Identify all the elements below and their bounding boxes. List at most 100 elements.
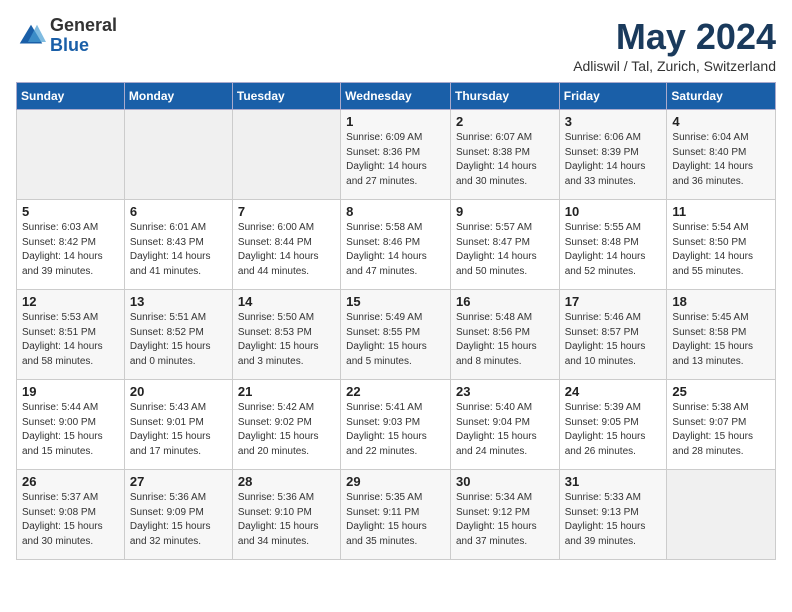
calendar-table: SundayMondayTuesdayWednesdayThursdayFrid… [16, 82, 776, 560]
day-number: 29 [346, 474, 445, 489]
day-number: 15 [346, 294, 445, 309]
weekday-header: Tuesday [232, 83, 340, 110]
calendar-cell: 27 Sunrise: 5:36 AM Sunset: 9:09 PM Dayli… [124, 470, 232, 560]
day-number: 1 [346, 114, 445, 129]
calendar-cell [124, 110, 232, 200]
calendar-cell: 11 Sunrise: 5:54 AM Sunset: 8:50 PM Dayli… [667, 200, 776, 290]
weekday-header: Thursday [450, 83, 559, 110]
day-number: 16 [456, 294, 554, 309]
calendar-cell: 5 Sunrise: 6:03 AM Sunset: 8:42 PM Daylig… [17, 200, 125, 290]
day-number: 27 [130, 474, 227, 489]
day-info: Sunrise: 5:57 AM Sunset: 8:47 PM Dayligh… [456, 221, 554, 279]
calendar-cell: 4 Sunrise: 6:04 AM Sunset: 8:40 PM Daylig… [667, 110, 776, 200]
page-header: General Blue May 2024 Adliswil / Tal, Zu… [16, 16, 776, 74]
weekday-header: Monday [124, 83, 232, 110]
day-number: 13 [130, 294, 227, 309]
calendar-cell: 12Sunrise: 5:53 AM Sunset: 8:51 PM Dayli… [17, 290, 125, 380]
calendar-cell: 16 Sunrise: 5:48 AM Sunset: 8:56 PM Dayli… [450, 290, 559, 380]
day-info: Sunrise: 5:48 AM Sunset: 8:56 PM Dayligh… [456, 311, 554, 369]
day-info: Sunrise: 5:41 AM Sunset: 9:03 PM Dayligh… [346, 401, 445, 459]
logo-text: General Blue [50, 16, 117, 56]
day-info: Sunrise: 5:40 AM Sunset: 9:04 PM Dayligh… [456, 401, 554, 459]
day-info: Sunrise: 5:43 AM Sunset: 9:01 PM Dayligh… [130, 401, 227, 459]
day-info: Sunrise: 5:50 AM Sunset: 8:53 PM Dayligh… [238, 311, 335, 369]
day-info: Sunrise: 6:09 AM Sunset: 8:36 PM Dayligh… [346, 131, 445, 189]
calendar-cell: 18 Sunrise: 5:45 AM Sunset: 8:58 PM Dayli… [667, 290, 776, 380]
calendar-week-row: 5 Sunrise: 6:03 AM Sunset: 8:42 PM Daylig… [17, 200, 776, 290]
calendar-cell: 30 Sunrise: 5:34 AM Sunset: 9:12 PM Dayli… [450, 470, 559, 560]
weekday-header-row: SundayMondayTuesdayWednesdayThursdayFrid… [17, 83, 776, 110]
calendar-cell: 10 Sunrise: 5:55 AM Sunset: 8:48 PM Dayli… [559, 200, 667, 290]
calendar-cell: 20Sunrise: 5:43 AM Sunset: 9:01 PM Dayli… [124, 380, 232, 470]
calendar-cell: 28Sunrise: 5:36 AM Sunset: 9:10 PM Dayli… [232, 470, 340, 560]
day-number: 3 [565, 114, 662, 129]
calendar-subtitle: Adliswil / Tal, Zurich, Switzerland [573, 58, 776, 74]
day-info: Sunrise: 6:04 AM Sunset: 8:40 PM Dayligh… [672, 131, 770, 189]
day-number: 22 [346, 384, 445, 399]
calendar-cell: 9 Sunrise: 5:57 AM Sunset: 8:47 PM Daylig… [450, 200, 559, 290]
day-info: Sunrise: 5:36 AM Sunset: 9:09 PM Dayligh… [130, 491, 227, 549]
day-number: 8 [346, 204, 445, 219]
day-number: 26 [22, 474, 119, 489]
calendar-cell: 22 Sunrise: 5:41 AM Sunset: 9:03 PM Dayli… [341, 380, 451, 470]
day-number: 21 [238, 384, 335, 399]
day-number: 10 [565, 204, 662, 219]
title-block: May 2024 Adliswil / Tal, Zurich, Switzer… [573, 16, 776, 74]
weekday-header: Sunday [17, 83, 125, 110]
day-number: 7 [238, 204, 335, 219]
calendar-cell: 21 Sunrise: 5:42 AM Sunset: 9:02 PM Dayli… [232, 380, 340, 470]
day-number: 9 [456, 204, 554, 219]
day-info: Sunrise: 5:58 AM Sunset: 8:46 PM Dayligh… [346, 221, 445, 279]
day-number: 6 [130, 204, 227, 219]
calendar-cell [667, 470, 776, 560]
day-info: Sunrise: 6:07 AM Sunset: 8:38 PM Dayligh… [456, 131, 554, 189]
day-number: 19 [22, 384, 119, 399]
logo-blue: Blue [50, 36, 117, 56]
day-info: Sunrise: 5:49 AM Sunset: 8:55 PM Dayligh… [346, 311, 445, 369]
day-number: 28 [238, 474, 335, 489]
day-info: Sunrise: 5:37 AM Sunset: 9:08 PM Dayligh… [22, 491, 119, 549]
calendar-cell [17, 110, 125, 200]
calendar-cell: 17 Sunrise: 5:46 AM Sunset: 8:57 PM Dayli… [559, 290, 667, 380]
logo-icon [16, 21, 46, 51]
logo-general: General [50, 16, 117, 36]
calendar-cell: 25Sunrise: 5:38 AM Sunset: 9:07 PM Dayli… [667, 380, 776, 470]
calendar-cell: 6 Sunrise: 6:01 AM Sunset: 8:43 PM Daylig… [124, 200, 232, 290]
calendar-cell: 7 Sunrise: 6:00 AM Sunset: 8:44 PM Daylig… [232, 200, 340, 290]
weekday-header: Wednesday [341, 83, 451, 110]
day-number: 4 [672, 114, 770, 129]
calendar-cell [232, 110, 340, 200]
day-number: 30 [456, 474, 554, 489]
calendar-cell: 13 Sunrise: 5:51 AM Sunset: 8:52 PM Dayli… [124, 290, 232, 380]
logo: General Blue [16, 16, 117, 56]
day-info: Sunrise: 6:06 AM Sunset: 8:39 PM Dayligh… [565, 131, 662, 189]
calendar-cell: 3 Sunrise: 6:06 AM Sunset: 8:39 PM Daylig… [559, 110, 667, 200]
day-info: Sunrise: 5:55 AM Sunset: 8:48 PM Dayligh… [565, 221, 662, 279]
day-info: Sunrise: 6:00 AM Sunset: 8:44 PM Dayligh… [238, 221, 335, 279]
day-number: 17 [565, 294, 662, 309]
weekday-header: Saturday [667, 83, 776, 110]
day-info: Sunrise: 5:42 AM Sunset: 9:02 PM Dayligh… [238, 401, 335, 459]
day-number: 11 [672, 204, 770, 219]
day-info: Sunrise: 6:03 AM Sunset: 8:42 PM Dayligh… [22, 221, 119, 279]
day-info: Sunrise: 5:38 AM Sunset: 9:07 PM Dayligh… [672, 401, 770, 459]
day-info: Sunrise: 5:45 AM Sunset: 8:58 PM Dayligh… [672, 311, 770, 369]
day-info: Sunrise: 5:46 AM Sunset: 8:57 PM Dayligh… [565, 311, 662, 369]
day-info: Sunrise: 5:34 AM Sunset: 9:12 PM Dayligh… [456, 491, 554, 549]
day-info: Sunrise: 5:33 AM Sunset: 9:13 PM Dayligh… [565, 491, 662, 549]
day-number: 5 [22, 204, 119, 219]
day-number: 18 [672, 294, 770, 309]
day-info: Sunrise: 5:54 AM Sunset: 8:50 PM Dayligh… [672, 221, 770, 279]
calendar-cell: 19Sunrise: 5:44 AM Sunset: 9:00 PM Dayli… [17, 380, 125, 470]
day-number: 14 [238, 294, 335, 309]
day-info: Sunrise: 5:51 AM Sunset: 8:52 PM Dayligh… [130, 311, 227, 369]
day-info: Sunrise: 5:39 AM Sunset: 9:05 PM Dayligh… [565, 401, 662, 459]
day-info: Sunrise: 6:01 AM Sunset: 8:43 PM Dayligh… [130, 221, 227, 279]
calendar-cell: 26 Sunrise: 5:37 AM Sunset: 9:08 PM Dayli… [17, 470, 125, 560]
calendar-week-row: 26 Sunrise: 5:37 AM Sunset: 9:08 PM Dayli… [17, 470, 776, 560]
calendar-cell: 29Sunrise: 5:35 AM Sunset: 9:11 PM Dayli… [341, 470, 451, 560]
calendar-week-row: 19Sunrise: 5:44 AM Sunset: 9:00 PM Dayli… [17, 380, 776, 470]
calendar-cell: 14 Sunrise: 5:50 AM Sunset: 8:53 PM Dayli… [232, 290, 340, 380]
calendar-cell: 15 Sunrise: 5:49 AM Sunset: 8:55 PM Dayli… [341, 290, 451, 380]
day-number: 31 [565, 474, 662, 489]
